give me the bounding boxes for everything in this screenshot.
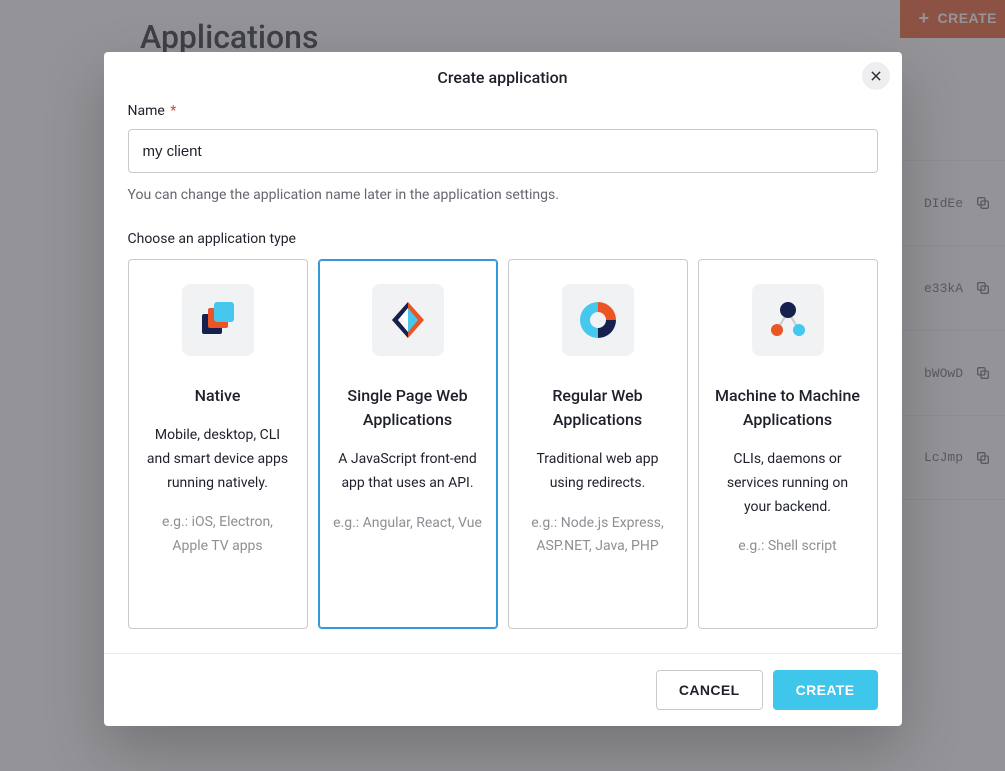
- type-desc: Traditional web app using redirects.: [523, 448, 673, 496]
- close-icon: [869, 69, 883, 83]
- modal-header: Create application: [104, 52, 902, 95]
- type-card-m2m[interactable]: Machine to Machine Applications CLIs, da…: [698, 259, 878, 629]
- modal-title: Create application: [128, 68, 878, 87]
- type-example: e.g.: Angular, React, Vue: [333, 512, 483, 536]
- type-card-regular[interactable]: Regular Web Applications Traditional web…: [508, 259, 688, 629]
- type-desc: CLIs, daemons or services running on you…: [713, 448, 863, 519]
- name-input[interactable]: [128, 129, 878, 173]
- type-section-label: Choose an application type: [128, 231, 878, 247]
- modal-footer: CANCEL CREATE: [104, 653, 902, 726]
- type-desc: A JavaScript front-end app that uses an …: [333, 448, 483, 496]
- create-button[interactable]: CREATE: [773, 670, 878, 710]
- required-indicator: *: [170, 103, 176, 119]
- type-card-spa[interactable]: Single Page Web Applications A JavaScrip…: [318, 259, 498, 629]
- spa-icon: [372, 284, 444, 356]
- type-example: e.g.: Shell script: [713, 535, 863, 559]
- application-type-grid: Native Mobile, desktop, CLI and smart de…: [128, 259, 878, 629]
- type-example: e.g.: Node.js Express, ASP.NET, Java, PH…: [523, 512, 673, 560]
- create-application-modal: Create application Name * You can change…: [104, 52, 902, 726]
- cancel-button[interactable]: CANCEL: [656, 670, 763, 710]
- type-card-native[interactable]: Native Mobile, desktop, CLI and smart de…: [128, 259, 308, 629]
- type-title: Regular Web Applications: [523, 384, 673, 432]
- type-title: Single Page Web Applications: [333, 384, 483, 432]
- type-title: Machine to Machine Applications: [713, 384, 863, 432]
- m2m-icon: [752, 284, 824, 356]
- regular-web-icon: [562, 284, 634, 356]
- close-button[interactable]: [862, 62, 890, 90]
- type-title: Native: [143, 384, 293, 408]
- native-icon: [182, 284, 254, 356]
- name-label: Name *: [128, 103, 878, 119]
- modal-body: Name * You can change the application na…: [104, 95, 902, 653]
- type-desc: Mobile, desktop, CLI and smart device ap…: [143, 424, 293, 495]
- type-example: e.g.: iOS, Electron, Apple TV apps: [143, 511, 293, 559]
- name-hint: You can change the application name late…: [128, 187, 878, 203]
